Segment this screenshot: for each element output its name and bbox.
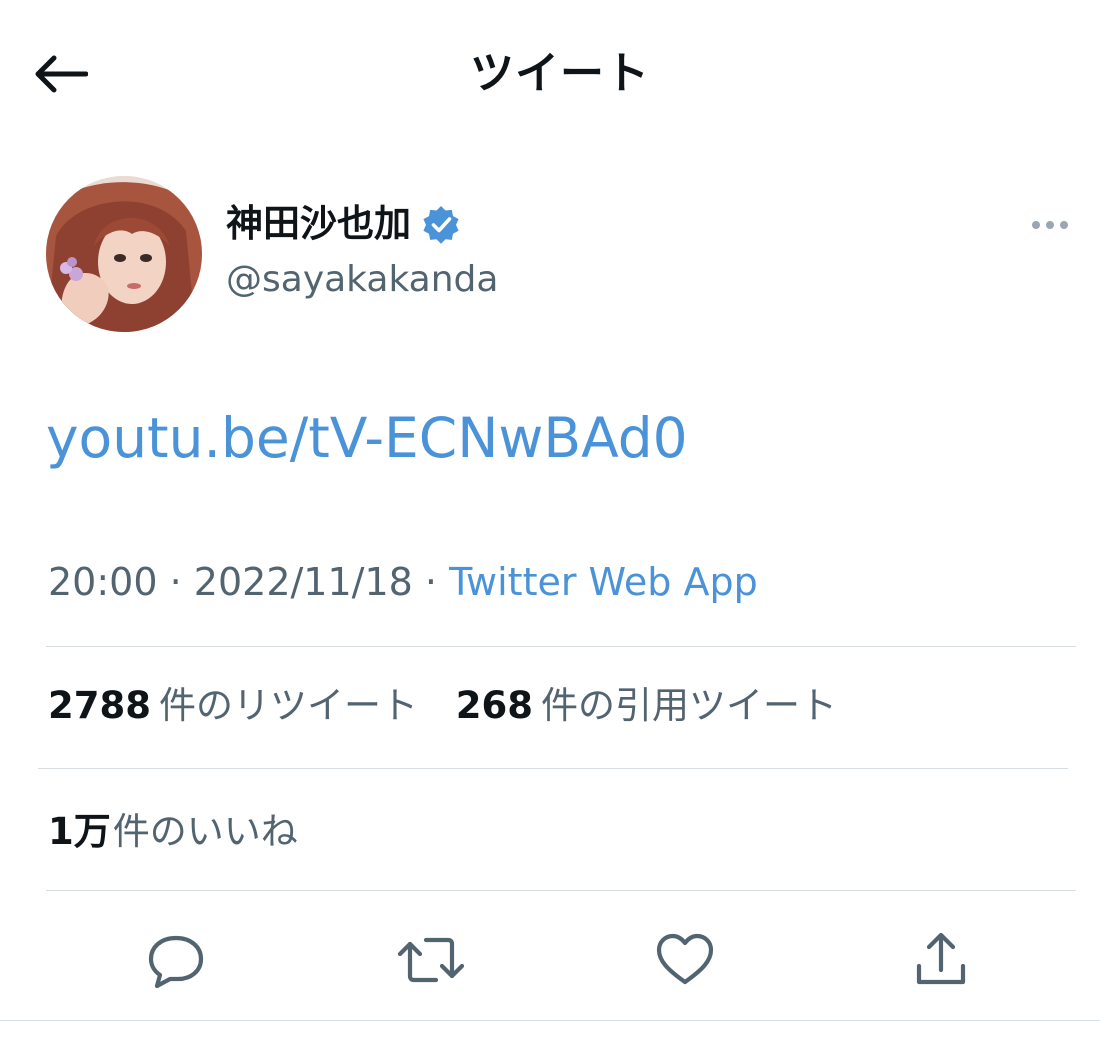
divider [46,890,1076,891]
tweet-source-link[interactable]: Twitter Web App [449,560,758,604]
quotes-count: 268 [455,684,533,727]
likes-stat[interactable]: 1万件のいいね [48,810,298,853]
meta-separator: · [169,560,182,604]
retweets-stat[interactable]: 2788 件のリツイート [48,684,418,727]
retweets-count: 2788 [48,684,151,727]
like-button[interactable] [650,925,720,995]
quotes-label: 件の引用ツイート [540,684,837,727]
retweet-button[interactable] [396,925,466,995]
divider [0,1020,1100,1021]
more-options-button[interactable] [1020,208,1080,242]
tweet-time: 20:00 [48,560,158,604]
display-name: 神田沙也加 [226,202,411,245]
author-name-row[interactable]: 神田沙也加 [226,200,461,248]
heart-icon [656,933,714,985]
share-button[interactable] [906,925,976,995]
likes-label: 件のいいね [112,810,298,853]
retweets-label: 件のリツイート [158,684,418,727]
tweet-actions-bar [0,915,1100,1005]
verified-badge-icon [423,206,459,244]
page-title: ツイート [470,48,650,99]
more-dot [1046,221,1054,229]
avatar[interactable] [46,176,202,332]
quote-tweets-stat[interactable]: 268 件の引用ツイート [456,684,837,727]
likes-stats-row: 1万件のいいね [48,806,298,858]
top-bar: ツイート [0,0,1100,145]
more-dot [1060,221,1068,229]
likes-count: 1万 [48,810,111,853]
reply-icon [148,935,204,989]
tweet-date: 2022/11/18 [193,560,413,604]
more-horizontal-icon [1032,221,1040,229]
retweet-stats-row: 2788 件のリツイート 268 件の引用ツイート [48,680,837,732]
tweet-meta: 20:00 · 2022/11/18 · Twitter Web App [48,556,758,608]
tweet-link[interactable]: youtu.be/tV-ECNwBAd0 [46,402,688,474]
reply-button[interactable] [141,925,211,995]
share-icon [916,932,966,985]
divider [38,768,1068,769]
meta-separator: · [424,560,438,604]
author-handle[interactable]: @sayakakanda [226,255,498,305]
retweet-icon [397,937,465,983]
divider [46,646,1076,647]
